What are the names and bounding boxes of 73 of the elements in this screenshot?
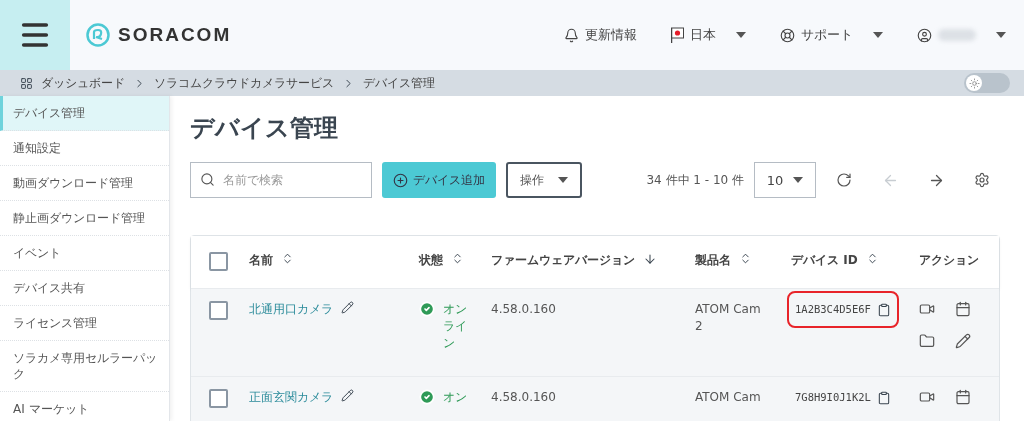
- breadcrumb-link[interactable]: デバイス管理: [363, 74, 435, 92]
- plus-circle-icon: [393, 172, 408, 188]
- sidebar-item[interactable]: ライセンス管理: [0, 306, 169, 341]
- operations-dropdown[interactable]: 操作: [506, 162, 582, 198]
- lifebuoy-icon: [780, 27, 795, 43]
- sidebar-item[interactable]: デバイス共有: [0, 271, 169, 306]
- caret-icon: [996, 32, 1006, 38]
- device-name-link[interactable]: 北通用口カメラ: [249, 301, 333, 318]
- firmware-version: 4.58.0.160: [491, 301, 556, 318]
- caret-icon: [793, 177, 804, 183]
- row-checkbox[interactable]: [209, 389, 228, 408]
- refresh-icon: [836, 172, 852, 188]
- sidebar-item[interactable]: AI マーケット: [0, 392, 169, 421]
- region-menu[interactable]: 日本: [671, 26, 746, 44]
- sidebar-item[interactable]: 通知設定: [0, 131, 169, 166]
- status-text: オンライン: [443, 301, 468, 352]
- column-header: 製品名: [695, 252, 731, 269]
- add-device-button[interactable]: デバイス追加: [382, 162, 496, 198]
- page-title: デバイス管理: [190, 113, 339, 144]
- calendar-icon[interactable]: [955, 301, 971, 317]
- blurred-username: [938, 29, 976, 41]
- column-header: アクション: [919, 252, 979, 269]
- folder-icon[interactable]: [919, 333, 935, 349]
- video-icon[interactable]: [919, 301, 935, 317]
- search-field[interactable]: 名前で検索: [190, 162, 372, 198]
- select-all-checkbox[interactable]: [209, 252, 228, 271]
- support-menu[interactable]: サポート: [780, 26, 883, 44]
- device-id: 1A2B3C4D5E6F: [795, 302, 871, 317]
- clipboard-icon[interactable]: [876, 302, 891, 317]
- sidebar-item[interactable]: イベント: [0, 236, 169, 271]
- caret-icon: [736, 32, 746, 38]
- flag-icon: [671, 27, 684, 43]
- edit-icon[interactable]: [955, 333, 971, 349]
- sun-icon: [968, 77, 980, 89]
- column-header: デバイス ID: [791, 252, 858, 269]
- status-text: オン: [443, 389, 467, 406]
- sidebar-item[interactable]: 動画ダウンロード管理: [0, 166, 169, 201]
- breadcrumb-link[interactable]: ダッシュボード: [41, 74, 125, 92]
- page-size-select[interactable]: 10: [754, 162, 816, 198]
- breadcrumb-link[interactable]: ソラコムクラウドカメラサービス: [154, 74, 334, 92]
- product-name: ATOM Cam: [695, 389, 761, 406]
- column-header: 名前: [249, 252, 273, 269]
- logo-icon: [86, 23, 110, 47]
- column-header: 状態: [419, 252, 443, 269]
- caret-icon: [558, 177, 568, 183]
- search-icon: [200, 172, 215, 187]
- sidebar-item[interactable]: デバイス管理: [0, 96, 169, 131]
- dashboard-icon: [20, 76, 33, 90]
- column-header: ファームウェアバージョン: [491, 252, 635, 269]
- device-id: 7G8H9I0J1K2L: [795, 390, 871, 405]
- row-checkbox[interactable]: [209, 301, 228, 320]
- check-circle-icon: [419, 389, 435, 405]
- result-count: 34 件中 1 - 10 件: [646, 171, 744, 189]
- menu-button[interactable]: [0, 0, 70, 70]
- check-circle-icon: [419, 301, 435, 317]
- product-name: ATOM Cam 2: [695, 301, 762, 335]
- firmware-version: 4.58.0.160: [491, 389, 556, 406]
- user-icon: [917, 27, 932, 43]
- device-name-link[interactable]: 正面玄関カメラ: [249, 389, 333, 406]
- video-icon[interactable]: [919, 389, 935, 405]
- theme-toggle[interactable]: [964, 73, 1010, 93]
- calendar-icon[interactable]: [955, 389, 971, 405]
- sidebar-item[interactable]: ソラカメ専用セルラーパック: [0, 341, 169, 392]
- logo-text: SORACOM: [118, 24, 232, 46]
- pencil-icon[interactable]: [341, 389, 354, 402]
- settings-icon: [974, 172, 990, 188]
- sidebar-item[interactable]: 静止画ダウンロード管理: [0, 201, 169, 236]
- bell-icon: [564, 27, 579, 43]
- pencil-icon[interactable]: [341, 301, 354, 314]
- clipboard-icon[interactable]: [876, 390, 891, 405]
- caret-icon: [873, 32, 883, 38]
- user-menu[interactable]: [917, 27, 1006, 43]
- updates-link[interactable]: 更新情報: [564, 26, 637, 44]
